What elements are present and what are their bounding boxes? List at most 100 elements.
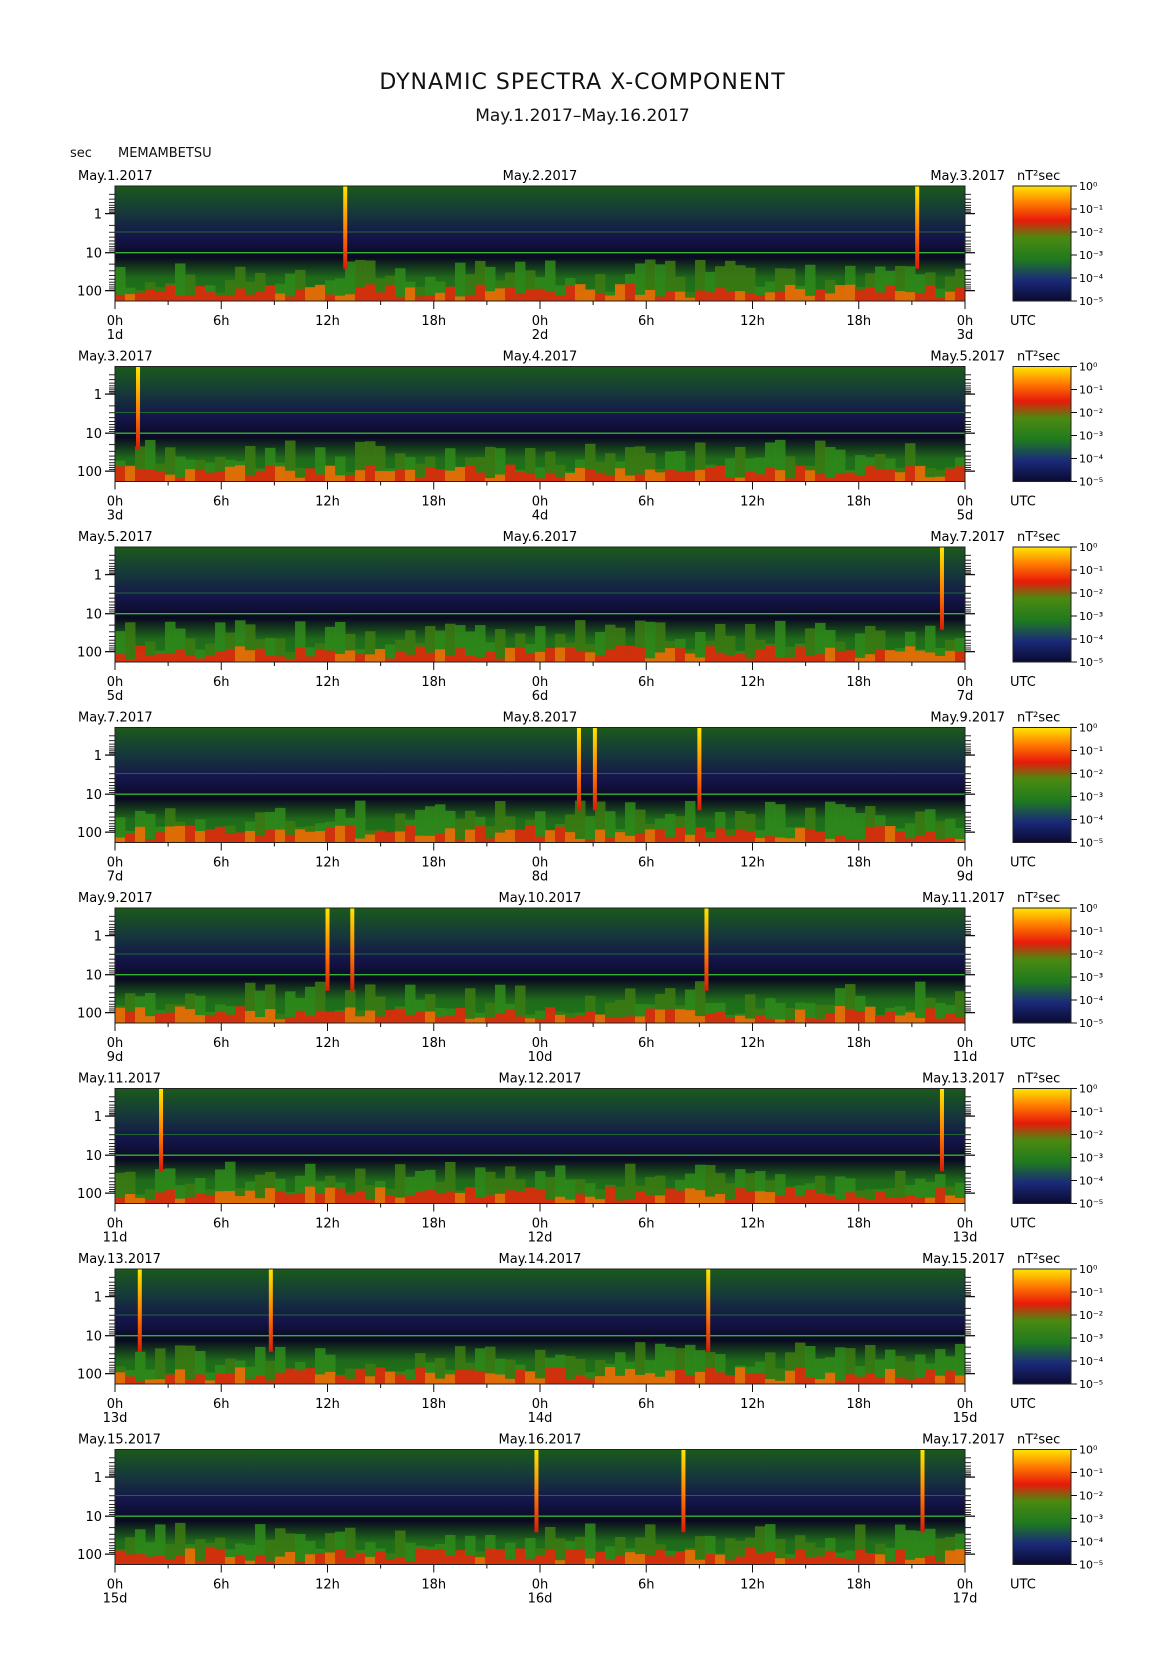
day-label: 15d xyxy=(103,1592,128,1607)
high-power-mark xyxy=(655,472,666,482)
high-power-mark xyxy=(435,649,446,662)
colorbar-tick-label: 10⁻³ xyxy=(1079,610,1103,623)
x-tick-label: 6h xyxy=(638,1036,655,1051)
event-stripe xyxy=(576,727,581,811)
high-power-mark xyxy=(835,285,846,301)
high-power-mark xyxy=(145,1199,156,1204)
date-right-label: May.5.2017 xyxy=(930,350,1005,365)
event-stripe xyxy=(534,1449,539,1533)
high-power-mark xyxy=(115,1197,126,1204)
high-power-mark xyxy=(775,837,786,843)
x-tick-label: 0h xyxy=(107,1397,124,1412)
high-power-mark xyxy=(425,295,436,301)
high-power-mark xyxy=(285,1551,296,1565)
high-power-mark xyxy=(575,1015,586,1023)
high-power-mark xyxy=(715,288,726,301)
high-power-mark xyxy=(755,1553,766,1565)
high-power-mark xyxy=(495,1374,506,1384)
high-power-mark xyxy=(605,295,616,301)
high-power-mark xyxy=(415,835,426,843)
high-power-mark xyxy=(165,1012,176,1023)
x-tick-label: 12h xyxy=(315,856,340,871)
high-power-mark xyxy=(355,287,366,301)
high-power-mark xyxy=(275,1190,286,1204)
time-zone-label: UTC xyxy=(1010,1397,1036,1412)
x-tick-label: 18h xyxy=(421,1578,446,1593)
high-power-mark xyxy=(535,651,546,662)
high-power-mark xyxy=(515,647,526,662)
high-power-mark xyxy=(145,655,156,662)
high-power-mark xyxy=(455,1369,466,1384)
high-power-mark xyxy=(665,290,676,301)
high-power-mark xyxy=(305,287,316,301)
y-tick-label: 1 xyxy=(94,930,102,945)
high-power-mark xyxy=(665,1370,676,1384)
high-power-mark xyxy=(225,1014,236,1023)
x-tick-label: 12h xyxy=(740,1217,765,1232)
colorbar-tick-label: 10⁰ xyxy=(1079,361,1098,374)
high-power-mark xyxy=(215,295,226,301)
high-power-mark xyxy=(575,1194,586,1204)
colorbar-tick-label: 10⁻¹ xyxy=(1079,564,1103,577)
date-mid-label: May.8.2017 xyxy=(503,711,578,726)
high-power-mark xyxy=(865,287,876,301)
high-power-mark xyxy=(865,1552,876,1565)
high-power-mark xyxy=(475,1370,486,1384)
high-power-mark xyxy=(295,647,306,662)
high-power-mark xyxy=(195,1374,206,1384)
high-power-mark xyxy=(905,1380,916,1384)
high-power-mark xyxy=(325,1552,336,1565)
high-power-mark xyxy=(785,1370,796,1384)
time-zone-label: UTC xyxy=(1010,1217,1036,1232)
day-label: 7d xyxy=(957,689,974,704)
high-power-mark xyxy=(705,646,716,662)
high-power-mark xyxy=(695,1559,706,1565)
high-power-mark xyxy=(735,291,746,301)
activity-mark xyxy=(185,1345,196,1384)
x-tick-label: 6h xyxy=(213,314,230,329)
colorbar-tick-label: 10⁻² xyxy=(1079,768,1103,781)
high-power-mark xyxy=(765,645,776,662)
high-power-mark xyxy=(905,1194,916,1204)
high-power-mark xyxy=(835,651,846,662)
x-tick-label: 0h xyxy=(107,1578,124,1593)
high-power-mark xyxy=(665,648,676,662)
y-tick-label: 1 xyxy=(94,388,102,403)
high-power-mark xyxy=(435,469,446,482)
high-power-mark xyxy=(815,1018,826,1023)
high-power-mark xyxy=(875,1554,886,1565)
high-power-mark xyxy=(355,1190,366,1204)
high-power-mark xyxy=(305,1016,316,1023)
high-power-mark xyxy=(605,1367,616,1384)
high-power-mark xyxy=(655,1195,666,1204)
high-power-mark xyxy=(225,295,236,301)
high-power-mark xyxy=(185,1009,196,1023)
x-tick-label: 12h xyxy=(740,1036,765,1051)
date-left-label: May.3.2017 xyxy=(78,350,153,365)
colorbar-unit-label: nT²sec xyxy=(1017,1252,1060,1267)
colorbar-tick-label: 10⁻⁵ xyxy=(1079,1198,1103,1211)
colorbar-tick-label: 10⁻⁴ xyxy=(1079,814,1104,827)
high-power-mark xyxy=(485,478,496,482)
high-power-mark xyxy=(165,474,176,482)
high-power-mark xyxy=(115,1372,126,1384)
high-power-mark xyxy=(445,1192,456,1204)
high-power-mark xyxy=(255,470,266,482)
high-power-mark xyxy=(555,1196,566,1204)
high-power-mark xyxy=(145,469,156,482)
high-power-mark xyxy=(375,292,386,301)
high-power-mark xyxy=(365,654,376,662)
high-power-mark xyxy=(385,1009,396,1023)
high-power-mark xyxy=(405,1195,416,1204)
high-power-mark xyxy=(615,832,626,843)
high-power-mark xyxy=(455,648,466,662)
high-power-mark xyxy=(185,1548,196,1565)
high-power-mark xyxy=(205,292,216,301)
high-power-mark xyxy=(685,1375,696,1384)
activity-mark xyxy=(915,981,926,1023)
high-power-mark xyxy=(525,473,536,482)
high-power-mark xyxy=(255,1554,266,1565)
high-power-mark xyxy=(755,474,766,482)
high-power-mark xyxy=(565,647,576,662)
high-power-mark xyxy=(155,1013,166,1023)
